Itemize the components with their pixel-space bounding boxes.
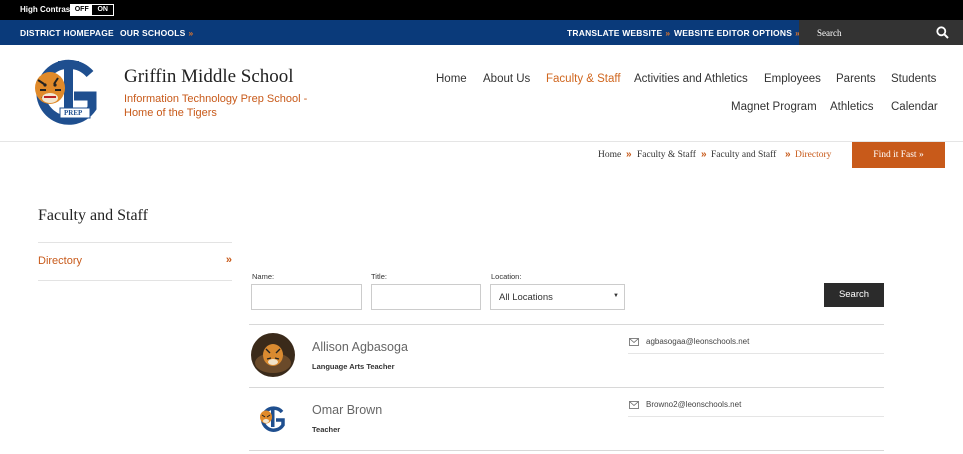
chevron-right-icon: » [188, 28, 194, 38]
nav-magnet-program[interactable]: Magnet Program [731, 101, 817, 113]
location-select[interactable]: All Locations ▼ [490, 284, 625, 310]
avatar [251, 333, 295, 377]
location-label: Location: [491, 272, 522, 281]
avatar [251, 396, 295, 440]
page-title: Faculty and Staff [38, 207, 148, 224]
email-link[interactable]: agbasogaa@leonschools.net [646, 337, 749, 346]
breadcrumb-separator: » [626, 149, 632, 160]
school-name[interactable]: Griffin Middle School [124, 66, 294, 88]
breadcrumb-faculty-and-staff[interactable]: Faculty and Staff [711, 150, 776, 160]
title-label: Title: [371, 272, 387, 281]
site-search-input[interactable]: Search [817, 28, 842, 38]
sidebar-item-directory[interactable]: Directory » [38, 254, 232, 269]
mail-icon [629, 338, 639, 346]
name-label: Name: [252, 272, 275, 281]
site-search[interactable]: Search [799, 20, 963, 45]
find-it-fast-button[interactable]: Find it Fast » [852, 142, 945, 168]
search-icon[interactable] [936, 26, 949, 39]
person-name[interactable]: Allison Agbasoga [312, 340, 408, 354]
high-contrast-off[interactable]: OFF [71, 5, 93, 15]
high-contrast-toggle[interactable]: OFF ON [70, 4, 114, 16]
translate-website-link[interactable]: TRANSLATE WEBSITE» [567, 28, 670, 38]
email-divider [628, 416, 884, 417]
breadcrumb-separator: » [701, 149, 707, 160]
high-contrast-bar: High Contrast OFF ON [0, 0, 963, 20]
sidebar-item-label: Directory [38, 255, 83, 267]
school-tagline: Information Technology Prep School - Hom… [124, 93, 308, 119]
breadcrumb-directory: Directory [795, 150, 832, 160]
nav-home[interactable]: Home [436, 73, 467, 85]
chevron-right-icon: » [225, 254, 232, 266]
person-title: Language Arts Teacher [312, 362, 395, 371]
logo-prep-text: PREP [64, 109, 83, 117]
directory-search-button[interactable]: Search [824, 283, 884, 307]
chevron-right-icon: » [665, 28, 671, 38]
district-homepage-link[interactable]: DISTRICT HOMEPAGE [20, 28, 114, 38]
email-divider [628, 353, 884, 354]
breadcrumb-home[interactable]: Home [598, 150, 621, 160]
person-title: Teacher [312, 425, 341, 434]
nav-about-us[interactable]: About Us [483, 73, 530, 85]
name-input[interactable] [251, 284, 362, 310]
list-divider [249, 324, 884, 325]
person-name[interactable]: Omar Brown [312, 403, 382, 417]
nav-faculty-staff[interactable]: Faculty & Staff [546, 73, 621, 85]
nav-employees[interactable]: Employees [764, 73, 821, 85]
list-divider [249, 387, 884, 388]
title-input[interactable] [371, 284, 481, 310]
our-schools-link[interactable]: OUR SCHOOLS» [120, 28, 193, 38]
mail-icon [629, 401, 639, 409]
nav-activities-athletics[interactable]: Activities and Athletics [634, 73, 748, 85]
location-select-value: All Locations [499, 292, 553, 303]
high-contrast-on[interactable]: ON [92, 5, 113, 15]
high-contrast-label: High Contrast [20, 5, 73, 14]
nav-athletics[interactable]: Athletics [830, 101, 873, 113]
school-logo[interactable] [30, 58, 105, 130]
breadcrumb-faculty-staff[interactable]: Faculty & Staff [637, 150, 696, 160]
nav-calendar[interactable]: Calendar [891, 101, 938, 113]
nav-parents[interactable]: Parents [836, 73, 876, 85]
sidebar-divider [38, 280, 232, 281]
website-editor-options-link[interactable]: WEBSITE EDITOR OPTIONS» [674, 28, 800, 38]
nav-students[interactable]: Students [891, 73, 936, 85]
list-divider [249, 450, 884, 451]
header-divider [0, 141, 963, 142]
sidebar-divider [38, 242, 232, 243]
breadcrumb-separator: » [785, 149, 791, 160]
chevron-down-icon: ▼ [613, 293, 619, 299]
email-link[interactable]: Browno2@leonschools.net [646, 400, 741, 409]
